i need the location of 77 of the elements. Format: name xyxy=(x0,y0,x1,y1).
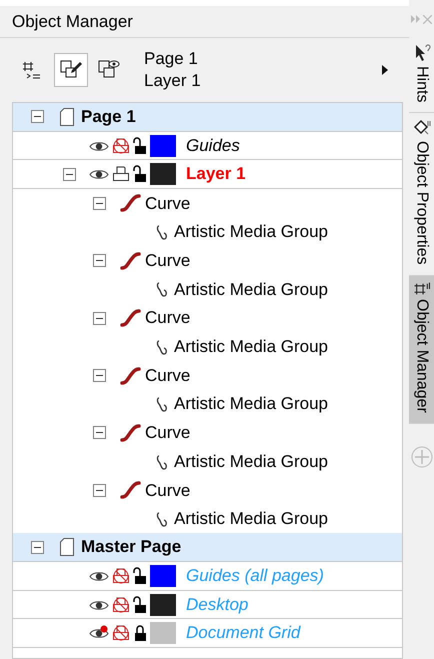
no-print-icon[interactable] xyxy=(112,566,130,585)
curve-icon xyxy=(120,481,142,500)
current-page: Page 1 xyxy=(144,48,199,70)
curve-icon xyxy=(120,194,142,212)
object-manager-icon xyxy=(414,282,430,296)
collapse-icon[interactable] xyxy=(93,254,106,268)
layer-color-swatch[interactable] xyxy=(150,163,176,186)
curve-row[interactable]: Curve xyxy=(13,304,402,332)
page-name: Page 1 xyxy=(81,106,136,128)
layer-name: Desktop xyxy=(186,594,248,616)
object-name: Curve xyxy=(145,364,190,387)
collapse-icon[interactable] xyxy=(93,196,106,210)
page-name: Master Page xyxy=(81,536,182,558)
layer-name: Layer 1 xyxy=(186,163,246,186)
group-row[interactable]: Artistic Media Group xyxy=(13,504,402,534)
curve-row[interactable]: Curve xyxy=(13,418,402,448)
curve-row[interactable]: Curve xyxy=(13,476,402,505)
unlocked-icon[interactable] xyxy=(133,566,147,585)
flyout-arrow-icon[interactable] xyxy=(381,64,389,76)
object-name: Artistic Media Group xyxy=(174,450,328,473)
collapse-icon[interactable] xyxy=(31,110,44,124)
page-icon xyxy=(60,108,74,126)
side-tab-label: Object Properties xyxy=(412,141,432,266)
collapse-icon[interactable] xyxy=(93,484,106,497)
toolbar-button[interactable] xyxy=(54,53,88,87)
layer-name: Guides (all pages) xyxy=(186,565,324,588)
curve-row[interactable]: Curve xyxy=(13,361,402,390)
unlocked-icon[interactable] xyxy=(133,165,147,184)
collapse-icon[interactable] xyxy=(93,369,106,382)
collapse-icon[interactable] xyxy=(31,540,44,554)
group-row[interactable]: Artistic Media Group xyxy=(13,275,402,304)
curve-row[interactable]: Curve xyxy=(13,189,402,218)
collapse-icon[interactable] xyxy=(93,426,106,440)
layer-color-swatch[interactable] xyxy=(150,622,176,644)
layer-name: Document Grid xyxy=(186,622,300,644)
side-tab-label: Object Manager xyxy=(412,299,432,413)
panel-title: Object Manager xyxy=(12,10,133,33)
object-name: Artistic Media Group xyxy=(174,336,328,358)
no-print-icon[interactable] xyxy=(112,624,130,642)
unlocked-icon[interactable] xyxy=(133,136,147,155)
locked-icon[interactable] xyxy=(133,624,147,642)
object-name: Artistic Media Group xyxy=(174,221,328,244)
object-name: Artistic Media Group xyxy=(174,278,328,301)
group-row[interactable]: Artistic Media Group xyxy=(13,218,402,246)
layer-name: Guides xyxy=(186,134,240,157)
group-row[interactable]: Artistic Media Group xyxy=(13,447,402,476)
page-icon xyxy=(60,538,74,556)
object-name: Curve xyxy=(145,192,190,215)
page-row[interactable]: Page 1 xyxy=(13,103,402,132)
printer-icon[interactable] xyxy=(112,165,130,184)
side-tab[interactable]: Object Manager xyxy=(409,276,434,424)
side-tab-label: Hints xyxy=(412,66,432,102)
curve-icon xyxy=(120,424,142,442)
object-name: Curve xyxy=(145,250,190,272)
no-print-icon[interactable] xyxy=(112,136,130,155)
current-layer: Layer 1 xyxy=(144,70,201,92)
object-name: Curve xyxy=(145,307,190,330)
unlocked-icon[interactable] xyxy=(133,596,147,614)
collapse-icon[interactable] xyxy=(63,168,76,181)
layer-color-swatch[interactable] xyxy=(150,134,176,157)
object-name: Artistic Media Group xyxy=(174,393,328,416)
layer-color-swatch[interactable] xyxy=(150,594,176,616)
page-row[interactable]: Master Page xyxy=(13,533,402,562)
curve-icon xyxy=(120,309,142,328)
layer-color-swatch[interactable] xyxy=(150,564,176,587)
group-row[interactable]: Artistic Media Group xyxy=(13,332,402,362)
object-name: Artistic Media Group xyxy=(174,508,328,530)
curve-icon xyxy=(120,252,142,270)
curve-row[interactable]: Curve xyxy=(13,246,402,276)
object-name: Curve xyxy=(145,422,190,444)
layer-row[interactable]: Guides xyxy=(13,132,402,160)
curve-icon xyxy=(120,366,142,385)
layer-row[interactable]: Layer 1 xyxy=(13,160,402,190)
object-name: Curve xyxy=(145,480,190,502)
no-print-icon[interactable] xyxy=(112,596,130,614)
group-row[interactable]: Artistic Media Group xyxy=(13,390,402,419)
collapse-icon[interactable] xyxy=(93,312,106,325)
